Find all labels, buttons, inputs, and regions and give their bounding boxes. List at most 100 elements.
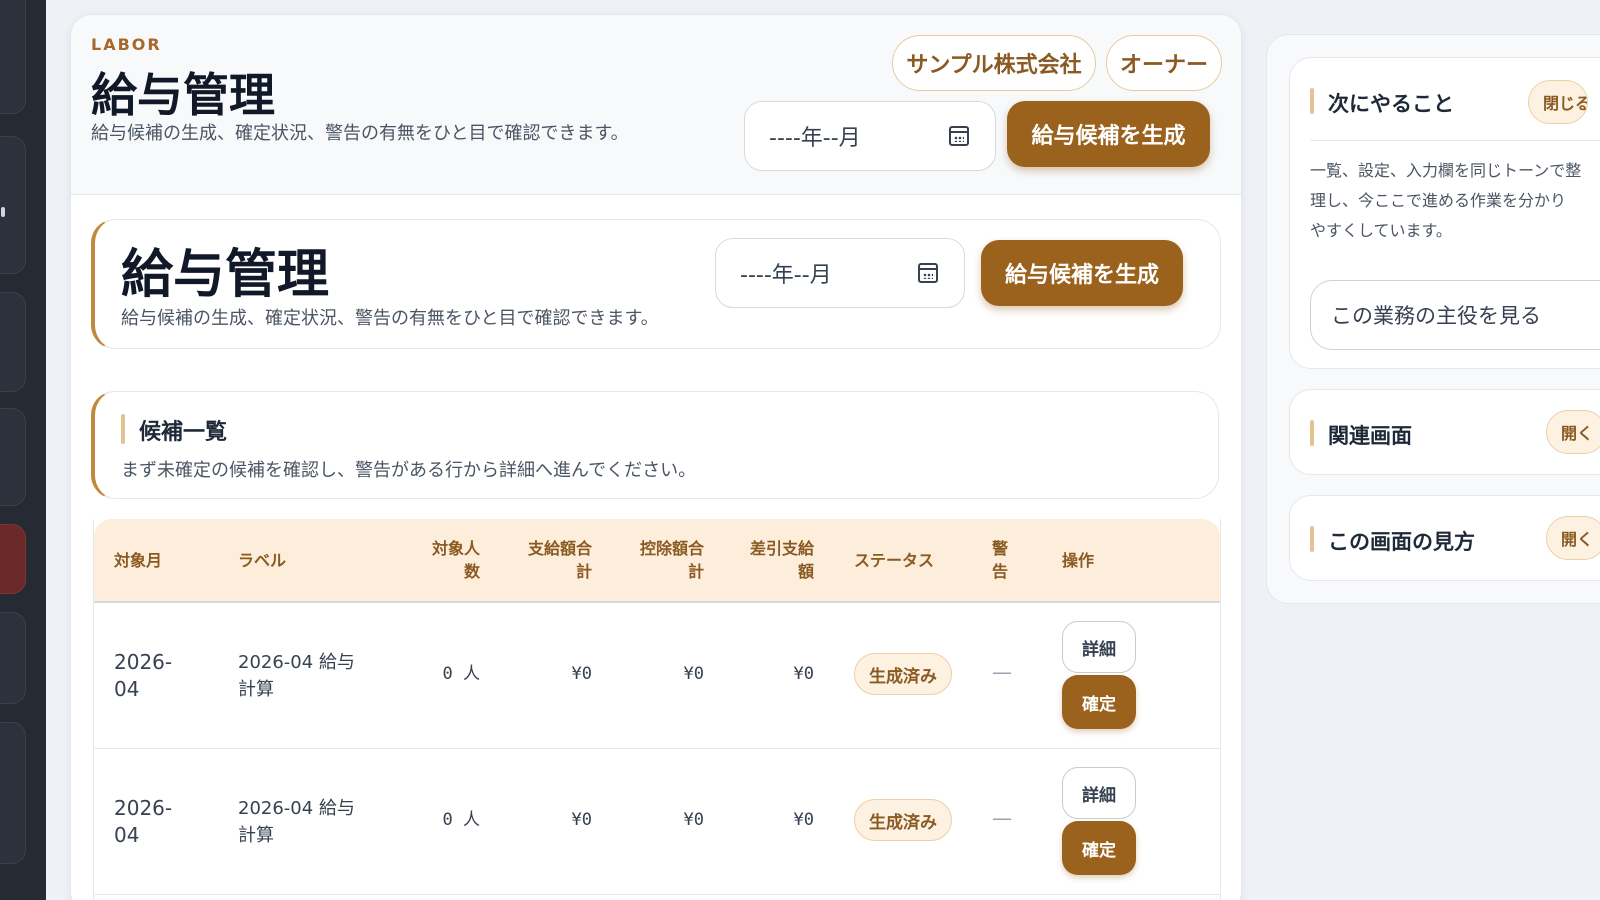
sidebar-item[interactable] xyxy=(0,408,26,506)
col-headcount-line1: 対象人 xyxy=(431,539,480,558)
sidebar-item[interactable] xyxy=(0,722,26,864)
candidate-list-header: 候補一覧 まず未確定の候補を確認し、警告がある行から詳細へ進んでください。 xyxy=(91,391,1219,499)
candidate-table: 対象月 ラベル 対象人 数 支給額合 計 控除額合 計 差引支給 額 ステータス… xyxy=(93,519,1221,900)
cell-month-line1: 2026- xyxy=(114,650,173,674)
how-to-read-card: この画面の見方 開く xyxy=(1289,495,1600,581)
main-panel: LABOR 給与管理 給与候補の生成、確定状況、警告の有無をひと目で確認できます… xyxy=(70,14,1242,900)
col-warn-line2: 告 xyxy=(992,562,1009,581)
cell-deduction-total: ¥0 xyxy=(683,810,704,830)
col-pay-total[interactable]: 支給額合 計 xyxy=(514,537,592,583)
help-panel: 次にやること 閉じる 一覧、設定、入力欄を同じトーンで整 理し、今ここで進める作… xyxy=(1266,34,1600,604)
cell-pay-total: ¥0 xyxy=(571,810,592,830)
col-net-line2: 額 xyxy=(797,562,814,581)
table-header: 対象月 ラベル 対象人 数 支給額合 計 控除額合 計 差引支給 額 ステータス… xyxy=(94,519,1220,603)
cell-label: 2026-04 給与 計算 xyxy=(238,795,355,849)
company-badge[interactable]: サンプル株式会社 xyxy=(892,35,1096,91)
next-steps-desc-line1: 一覧、設定、入力欄を同じトーンで整 xyxy=(1310,161,1582,180)
cell-month-line1: 2026- xyxy=(114,796,173,820)
cell-warning: — xyxy=(992,660,1012,684)
confirm-button[interactable]: 確定 xyxy=(1062,675,1136,729)
col-actions: 操作 xyxy=(1062,551,1095,570)
cell-headcount: 0 人 xyxy=(442,664,480,684)
related-screens-title: 関連画面 xyxy=(1328,424,1412,448)
confirm-button[interactable]: 確定 xyxy=(1062,821,1136,875)
cell-label-line1: 2026-04 給与 xyxy=(238,652,355,673)
cell-net-pay: ¥0 xyxy=(793,810,814,830)
sidebar-item[interactable] xyxy=(0,136,26,274)
month-picker[interactable]: ----年--月 xyxy=(744,101,996,171)
cell-label: 2026-04 給与 計算 xyxy=(238,649,355,703)
how-to-read-title: この画面の見方 xyxy=(1328,530,1475,554)
cell-deduction-total: ¥0 xyxy=(683,664,704,684)
summary-generate-button[interactable]: 給与候補を生成 xyxy=(981,240,1183,306)
cell-warning: — xyxy=(992,806,1012,830)
summary-title: 給与管理 xyxy=(121,245,330,305)
col-deduction-total[interactable]: 控除額合 計 xyxy=(626,537,704,583)
table-row: 2026- 04 2026-04 給与 計算 0 人 ¥0 ¥0 ¥0 生成済み… xyxy=(94,603,1220,749)
divider xyxy=(1310,140,1600,141)
summary-month-placeholder: ----年--月 xyxy=(740,263,832,288)
generate-candidates-button[interactable]: 給与候補を生成 xyxy=(1007,101,1210,167)
next-steps-desc-line2: 理し、今ここで進める作業を分かり xyxy=(1310,191,1567,210)
section-accent-bar xyxy=(121,414,125,444)
status-badge: 生成済み xyxy=(854,653,952,695)
next-steps-title: 次にやること xyxy=(1328,92,1454,116)
sidebar-item[interactable] xyxy=(0,0,26,114)
page-description: 給与候補の生成、確定状況、警告の有無をひと目で確認できます。 xyxy=(91,123,629,144)
col-label[interactable]: ラベル xyxy=(238,549,286,572)
cell-net-pay: ¥0 xyxy=(793,664,814,684)
cell-month-line2: 04 xyxy=(114,823,140,847)
cell-month: 2026- 04 xyxy=(114,649,172,703)
cell-label-line2: 計算 xyxy=(238,679,274,700)
cell-headcount: 0 人 xyxy=(442,810,480,830)
cell-month: 2026- 04 xyxy=(114,795,172,849)
col-headcount-line2: 数 xyxy=(463,562,480,581)
status-badge: 生成済み xyxy=(854,799,952,841)
detail-button[interactable]: 詳細 xyxy=(1062,767,1136,819)
sidebar-item[interactable] xyxy=(0,612,26,704)
detail-button[interactable]: 詳細 xyxy=(1062,621,1136,673)
col-net-pay[interactable]: 差引支給 額 xyxy=(736,537,814,583)
calendar-icon[interactable] xyxy=(918,263,938,283)
section-eyebrow: LABOR xyxy=(91,35,162,54)
col-warning[interactable]: 警 告 xyxy=(992,537,1008,583)
related-screens-card: 関連画面 開く xyxy=(1289,389,1600,475)
col-deduct-line1: 控除額合 xyxy=(639,539,704,558)
col-deduct-line2: 計 xyxy=(687,562,704,581)
next-steps-card: 次にやること 閉じる 一覧、設定、入力欄を同じトーンで整 理し、今ここで進める作… xyxy=(1289,57,1600,369)
table-row: 2026- 04 2026-04 給与 計算 0 人 ¥0 ¥0 ¥0 生成済み… xyxy=(94,749,1220,895)
related-screens-toggle[interactable]: 開く xyxy=(1546,410,1600,454)
summary-description: 給与候補の生成、確定状況、警告の有無をひと目で確認できます。 xyxy=(121,308,659,329)
cell-pay-total: ¥0 xyxy=(571,664,592,684)
page-header: LABOR 給与管理 給与候補の生成、確定状況、警告の有無をひと目で確認できます… xyxy=(71,15,1241,195)
view-main-task-button[interactable]: この業務の主役を見る xyxy=(1310,280,1600,350)
next-steps-desc-line3: やすくしています。 xyxy=(1310,221,1452,240)
sidebar-item-icon xyxy=(1,207,5,217)
col-net-line1: 差引支給 xyxy=(749,539,814,558)
sidebar-item-active[interactable] xyxy=(0,524,26,594)
how-to-read-toggle[interactable]: 開く xyxy=(1546,516,1600,560)
col-pay-line1: 支給額合 xyxy=(527,539,592,558)
summary-month-picker[interactable]: ----年--月 xyxy=(715,238,965,308)
page-title: 給与管理 xyxy=(91,68,275,122)
col-status[interactable]: ステータス xyxy=(854,549,934,572)
candidate-list-description: まず未確定の候補を確認し、警告がある行から詳細へ進んでください。 xyxy=(121,460,697,481)
section-accent-bar xyxy=(1310,420,1314,446)
month-placeholder: ----年--月 xyxy=(769,126,861,151)
cell-month-line2: 04 xyxy=(114,677,140,701)
sidebar-item[interactable] xyxy=(0,292,26,392)
candidate-list-title: 候補一覧 xyxy=(139,420,228,445)
cell-label-line1: 2026-04 給与 xyxy=(238,798,355,819)
col-warn-line1: 警 xyxy=(992,539,1009,558)
col-month[interactable]: 対象月 xyxy=(114,549,162,572)
calendar-icon[interactable] xyxy=(949,126,969,146)
app-sidebar xyxy=(0,0,46,900)
page-summary-card: 給与管理 給与候補の生成、確定状況、警告の有無をひと目で確認できます。 ----… xyxy=(91,219,1221,349)
col-headcount[interactable]: 対象人 数 xyxy=(420,537,480,583)
role-badge[interactable]: オーナー xyxy=(1106,35,1222,91)
section-accent-bar xyxy=(1310,88,1314,114)
next-steps-toggle[interactable]: 閉じる xyxy=(1528,80,1588,124)
col-pay-line2: 計 xyxy=(575,562,592,581)
section-accent-bar xyxy=(1310,526,1314,552)
cell-label-line2: 計算 xyxy=(238,825,274,846)
